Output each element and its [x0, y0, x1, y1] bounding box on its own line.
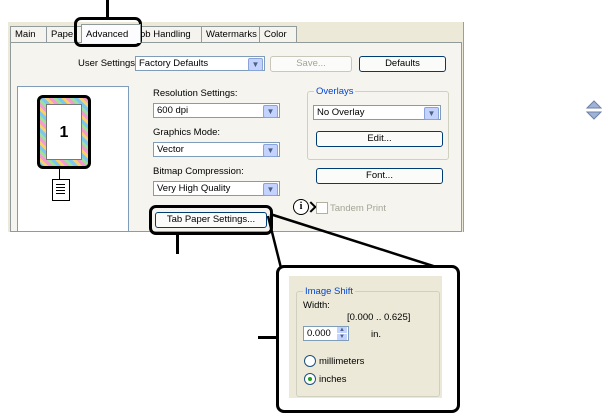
- width-range: [0.000 .. 0.625]: [347, 312, 411, 323]
- image-shift-title: Image Shift: [303, 286, 356, 297]
- spin-up-icon[interactable]: ▲: [337, 327, 347, 333]
- tab-advanced[interactable]: Advanced: [81, 24, 141, 43]
- millimeters-radio[interactable]: [304, 355, 316, 367]
- up-down-arrows-icon: [585, 100, 603, 120]
- millimeters-label: millimeters: [319, 356, 365, 367]
- width-spin-input[interactable]: 0.000 ▲ ▼: [303, 326, 349, 341]
- width-unit: in.: [371, 329, 382, 340]
- width-label: Width:: [303, 300, 330, 311]
- image-shift-zoom-callout: Image Shift Width: [0.000 .. 0.625] 0.00…: [276, 265, 460, 413]
- width-value: 0.000: [307, 328, 331, 339]
- inches-radio[interactable]: [304, 373, 316, 385]
- callout-line-left: [258, 336, 278, 339]
- spin-down-icon[interactable]: ▼: [337, 334, 347, 340]
- inches-label: inches: [319, 374, 347, 385]
- image-shift-panel: Image Shift Width: [0.000 .. 0.625] 0.00…: [289, 276, 442, 398]
